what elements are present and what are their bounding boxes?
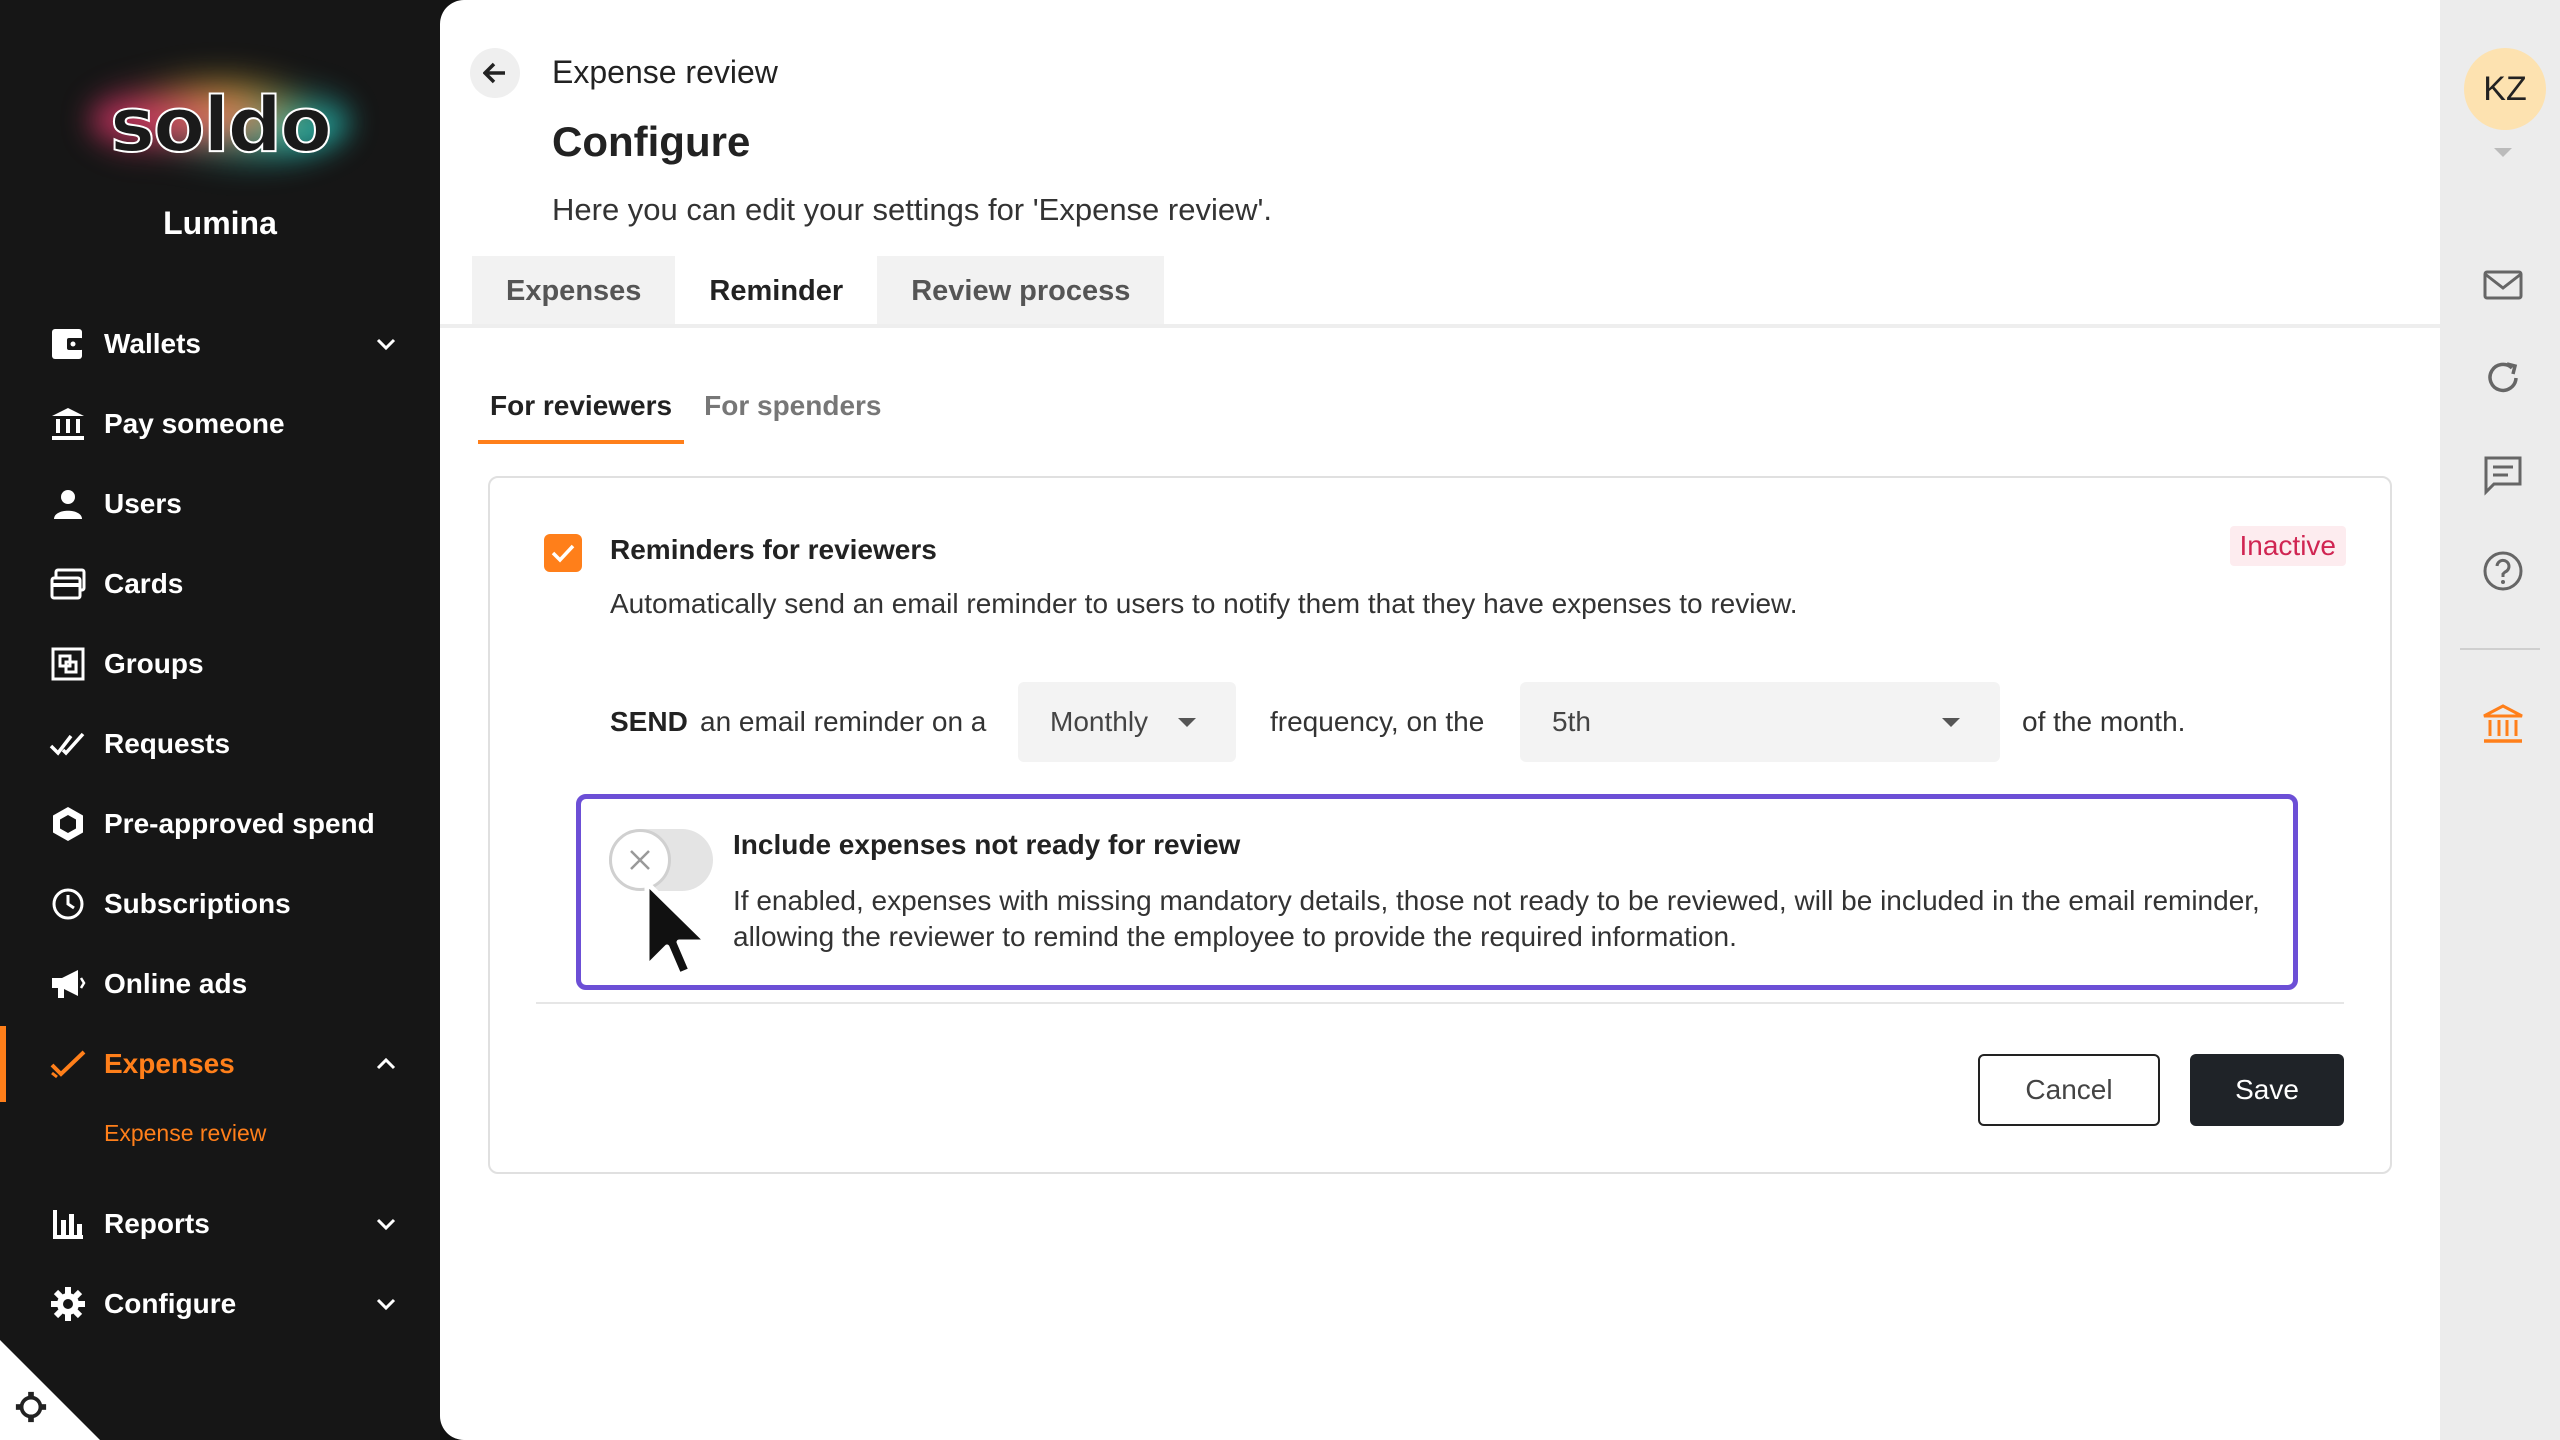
settings-gear-icon[interactable] — [14, 1390, 48, 1424]
double-check-icon — [48, 724, 88, 764]
card-divider — [536, 1002, 2344, 1004]
include-expenses-description: If enabled, expenses with missing mandat… — [733, 883, 2273, 955]
subtab-for-spenders[interactable]: For spenders — [692, 390, 893, 444]
chevron-up-icon[interactable] — [372, 1050, 400, 1078]
tabs-divider — [440, 324, 2440, 328]
mouse-pointer-icon — [641, 879, 721, 979]
right-rail: KZ — [2440, 0, 2560, 1440]
sidebar-item-wallets[interactable]: Wallets — [0, 312, 440, 376]
include-expenses-option: Include expenses not ready for review If… — [576, 794, 2298, 990]
refresh-icon[interactable] — [2480, 356, 2526, 402]
month-text: of the month. — [2022, 706, 2185, 738]
hexagon-icon — [48, 804, 88, 844]
sidebar-item-label: Subscriptions — [104, 888, 291, 920]
chat-icon[interactable] — [2480, 452, 2526, 498]
caret-down-icon — [1942, 718, 1960, 727]
sidebar-item-label: Wallets — [104, 328, 201, 360]
sidebar-item-label: Cards — [104, 568, 183, 600]
avatar[interactable]: KZ — [2464, 48, 2546, 130]
tab-reminder[interactable]: Reminder — [675, 256, 877, 326]
send-schedule-row: SEND an email reminder on a Monthly freq… — [610, 682, 2350, 762]
day-value: 5th — [1552, 706, 1591, 738]
sidebar-item-users[interactable]: Users — [0, 472, 440, 536]
frequency-value: Monthly — [1050, 706, 1148, 738]
reminders-description: Automatically send an email reminder to … — [610, 588, 1798, 620]
bank-icon[interactable] — [2480, 702, 2526, 748]
send-label: SEND — [610, 706, 688, 738]
frequency-text: frequency, on the — [1270, 706, 1484, 738]
help-icon[interactable] — [2480, 548, 2526, 594]
page-title: Configure — [552, 118, 750, 166]
bank-transfer-icon — [48, 404, 88, 444]
arrow-left-icon — [483, 62, 507, 84]
sidebar-item-label: Requests — [104, 728, 230, 760]
megaphone-icon — [48, 964, 88, 1004]
checkmark-icon — [550, 542, 576, 564]
reminder-card: Reminders for reviewers Inactive Automat… — [488, 476, 2392, 1174]
sidebar-item-groups[interactable]: Groups — [0, 632, 440, 696]
send-text: an email reminder on a — [700, 706, 986, 738]
page-description: Here you can edit your settings for 'Exp… — [552, 192, 1272, 228]
sidebar-item-configure[interactable]: Configure — [0, 1272, 440, 1336]
sidebar-item-label: Expenses — [104, 1048, 235, 1080]
main-content: Expense review Configure Here you can ed… — [440, 0, 2440, 1440]
day-select[interactable]: 5th — [1520, 682, 2000, 762]
groups-icon — [48, 644, 88, 684]
chevron-down-icon[interactable] — [372, 1290, 400, 1318]
subtab-bar: For reviewers For spenders — [478, 390, 902, 444]
subtab-for-reviewers[interactable]: For reviewers — [478, 390, 684, 444]
sidebar-item-label: Users — [104, 488, 182, 520]
sidebar-item-label: Pay someone — [104, 408, 285, 440]
caret-down-icon — [1178, 718, 1196, 727]
sidebar-item-label: Groups — [104, 648, 204, 680]
soldo-logo[interactable]: soldo — [40, 40, 400, 200]
clock-icon — [48, 884, 88, 924]
back-button[interactable] — [470, 48, 520, 98]
rail-divider — [2460, 648, 2540, 650]
sidebar-item-label: Configure — [104, 1288, 236, 1320]
close-icon — [625, 845, 655, 875]
org-name: Lumina — [0, 205, 440, 242]
sidebar-item-label: Reports — [104, 1208, 210, 1240]
sidebar-item-expenses[interactable]: Expenses — [0, 1032, 440, 1096]
mail-icon[interactable] — [2480, 262, 2526, 308]
sidebar-item-online-ads[interactable]: Online ads — [0, 952, 440, 1016]
sidebar-subitem-expense-review[interactable]: Expense review — [104, 1120, 266, 1147]
logo-text: soldo — [40, 80, 400, 169]
sidebar-item-pay-someone[interactable]: Pay someone — [0, 392, 440, 456]
sidebar-item-label: Pre-approved spend — [104, 808, 375, 840]
check-icon — [48, 1044, 88, 1084]
caret-down-icon[interactable] — [2494, 148, 2512, 157]
tab-review-process[interactable]: Review process — [877, 256, 1164, 326]
cancel-button[interactable]: Cancel — [1978, 1054, 2160, 1126]
sidebar-item-label: Online ads — [104, 968, 247, 1000]
sidebar-item-cards[interactable]: Cards — [0, 552, 440, 616]
chevron-down-icon[interactable] — [372, 330, 400, 358]
sidebar: soldo Lumina Wallets Pay someone Users — [0, 0, 440, 1440]
tab-expenses[interactable]: Expenses — [472, 256, 675, 326]
user-icon — [48, 484, 88, 524]
cards-icon — [48, 564, 88, 604]
gear-icon — [48, 1284, 88, 1324]
bar-chart-icon — [48, 1204, 88, 1244]
chevron-down-icon[interactable] — [372, 1210, 400, 1238]
tab-bar: Expenses Reminder Review process — [472, 256, 1164, 326]
wallet-icon — [48, 324, 88, 364]
save-button[interactable]: Save — [2190, 1054, 2344, 1126]
reminders-title: Reminders for reviewers — [610, 534, 937, 566]
status-badge: Inactive — [2230, 526, 2347, 566]
sidebar-item-requests[interactable]: Requests — [0, 712, 440, 776]
sidebar-item-pre-approved-spend[interactable]: Pre-approved spend — [0, 792, 440, 856]
sidebar-item-reports[interactable]: Reports — [0, 1192, 440, 1256]
reminders-checkbox[interactable] — [544, 534, 582, 572]
sidebar-item-subscriptions[interactable]: Subscriptions — [0, 872, 440, 936]
breadcrumb[interactable]: Expense review — [552, 54, 778, 91]
include-expenses-title: Include expenses not ready for review — [733, 829, 1240, 861]
frequency-select[interactable]: Monthly — [1018, 682, 1236, 762]
